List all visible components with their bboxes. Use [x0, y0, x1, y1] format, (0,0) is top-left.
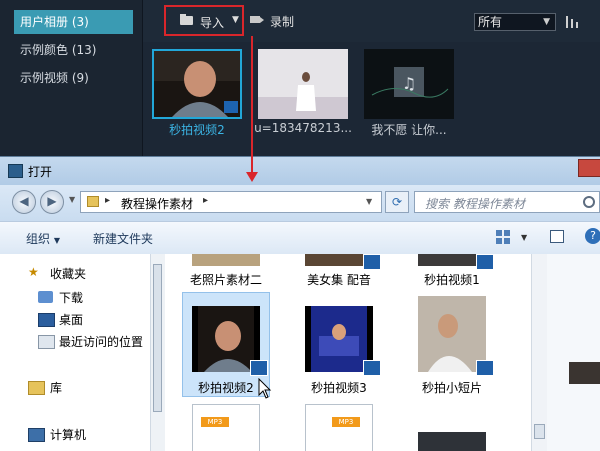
- file-thumbnail[interactable]: MP3: [305, 404, 373, 451]
- media-thumbnail[interactable]: [258, 49, 348, 119]
- annotation-arrow-head: [246, 172, 258, 182]
- file-list-scrollbar[interactable]: [531, 254, 548, 451]
- filter-select[interactable]: 所有 ▼: [474, 13, 556, 31]
- video-frame-image: [154, 51, 240, 117]
- chevron-down-icon: ▼: [53, 236, 60, 245]
- view-icon[interactable]: [496, 230, 510, 244]
- sidebar-item-sample-colors[interactable]: 示例颜色 (13): [14, 38, 133, 62]
- file-item-label[interactable]: 老照片素材二: [182, 271, 270, 288]
- file-item-label[interactable]: 秒拍视频3: [295, 379, 383, 396]
- video-badge-icon: [363, 254, 381, 270]
- chevron-right-icon: ▸: [203, 195, 209, 206]
- search-icon: [583, 196, 595, 208]
- nav-item-recent[interactable]: 最近访问的位置: [59, 333, 143, 350]
- import-button[interactable]: 导入 ▼: [164, 5, 244, 36]
- back-button[interactable]: ◀: [12, 190, 36, 214]
- file-item-label[interactable]: 美女集 配音: [295, 271, 383, 288]
- scrollbar-thumb[interactable]: [153, 264, 162, 412]
- video-badge-icon: [476, 360, 494, 376]
- folder-icon: [180, 14, 193, 25]
- annotation-arrow-line: [251, 36, 253, 176]
- file-item-label[interactable]: 秒拍小短片: [408, 379, 496, 396]
- address-bar-row: ◀ ▶ ▼ ▸ 教程操作素材 ▸ ▼ ⟳ 搜索 教程操作素材: [0, 185, 600, 221]
- import-label: 导入: [200, 16, 225, 30]
- sidebar-item-sample-videos[interactable]: 示例视频 (9): [14, 66, 133, 90]
- video-badge-icon: [250, 360, 268, 376]
- preview-pane-button[interactable]: [550, 230, 564, 243]
- file-list: 老照片素材二 美女集 配音 秒拍视频1 秒拍视频2 秒拍视频3 秒拍小短片 MP…: [165, 254, 531, 451]
- preview-pane: [547, 254, 600, 451]
- refresh-button[interactable]: ⟳: [385, 191, 409, 213]
- mp3-badge: MP3: [332, 417, 360, 427]
- chevron-down-icon: ▼: [232, 15, 239, 25]
- video-badge-icon: [476, 254, 494, 270]
- desktop-icon: [38, 313, 55, 327]
- file-item-label[interactable]: 秒拍视频1: [408, 271, 496, 288]
- open-file-dialog: 打开 ◀ ▶ ▼ ▸ 教程操作素材 ▸ ▼ ⟳ 搜索 教程操作素材 组织 ▼ 新…: [0, 156, 600, 451]
- nav-item-desktop[interactable]: 桌面: [59, 311, 83, 328]
- photo-image: [258, 49, 348, 119]
- nav-item-libraries[interactable]: 库: [50, 379, 62, 396]
- folder-icon: [87, 196, 99, 207]
- sort-icon[interactable]: [565, 14, 581, 30]
- thumbnail-caption: 秒拍视频2: [169, 123, 225, 137]
- media-library: 用户相册 (3) 示例颜色 (13) 示例视频 (9) 导入 ▼ 录制 所有 ▼: [0, 0, 600, 160]
- filter-select-value: 所有: [478, 15, 503, 29]
- nav-item-favorites[interactable]: 收藏夹: [50, 265, 86, 282]
- computer-icon: [28, 428, 45, 442]
- camera-icon: [250, 16, 264, 23]
- nav-item-computer[interactable]: 计算机: [50, 426, 86, 443]
- mp3-badge: MP3: [201, 417, 229, 427]
- mouse-cursor-icon: [258, 378, 272, 399]
- library-icon: [28, 381, 45, 395]
- nav-item-downloads[interactable]: 下载: [59, 289, 83, 306]
- svg-text:♫: ♫: [402, 74, 416, 93]
- organize-button[interactable]: 组织 ▼: [26, 230, 60, 247]
- scrollbar-thumb[interactable]: [534, 424, 545, 439]
- file-thumbnail[interactable]: MP3: [192, 404, 260, 451]
- dialog-toolbar: 组织 ▼ 新建文件夹 ▼ ?: [0, 221, 600, 255]
- dialog-titlebar: 打开: [0, 157, 600, 185]
- organize-label: 组织: [26, 232, 51, 246]
- chevron-down-icon[interactable]: ▼: [366, 197, 372, 206]
- dialog-title: 打开: [28, 165, 53, 179]
- chevron-down-icon: ▼: [543, 17, 550, 27]
- search-input[interactable]: 搜索 教程操作素材: [414, 191, 600, 213]
- sidebar-item-user-albums[interactable]: 用户相册 (3): [14, 10, 133, 34]
- chevron-down-icon[interactable]: ▼: [69, 195, 75, 204]
- video-badge-icon: [363, 360, 381, 376]
- new-folder-button[interactable]: 新建文件夹: [93, 230, 153, 247]
- nav-scrollbar[interactable]: [150, 254, 165, 451]
- preview-image: [569, 362, 600, 384]
- star-icon: ★: [28, 265, 39, 279]
- file-thumbnail[interactable]: [192, 254, 260, 266]
- music-icon: ♫: [364, 49, 454, 119]
- forward-button[interactable]: ▶: [40, 190, 64, 214]
- search-placeholder: 搜索 教程操作素材: [425, 197, 525, 211]
- record-label: 录制: [270, 15, 295, 29]
- download-icon: [38, 291, 53, 303]
- recent-places-icon: [38, 335, 55, 349]
- close-button[interactable]: [578, 159, 600, 177]
- address-bar[interactable]: ▸ 教程操作素材 ▸ ▼: [80, 191, 382, 213]
- navigation-pane: ★ 收藏夹 下载 桌面 最近访问的位置 库 计算机: [0, 254, 150, 451]
- app-icon: [8, 164, 23, 178]
- chevron-down-icon[interactable]: ▼: [521, 233, 527, 242]
- library-sidebar: 用户相册 (3) 示例颜色 (13) 示例视频 (9): [0, 0, 143, 160]
- chevron-right-icon: ▸: [105, 195, 111, 206]
- breadcrumb[interactable]: 教程操作素材: [121, 195, 193, 212]
- thumbnail-caption: u=183478213...: [254, 121, 352, 135]
- file-thumbnail[interactable]: [418, 432, 486, 451]
- thumbnail-caption: 我不愿 让你...: [371, 123, 447, 137]
- media-thumbnail[interactable]: ♫: [364, 49, 454, 119]
- help-icon[interactable]: ?: [585, 228, 600, 244]
- media-thumbnail[interactable]: [152, 49, 242, 119]
- file-item-label[interactable]: 秒拍视频2: [182, 379, 270, 396]
